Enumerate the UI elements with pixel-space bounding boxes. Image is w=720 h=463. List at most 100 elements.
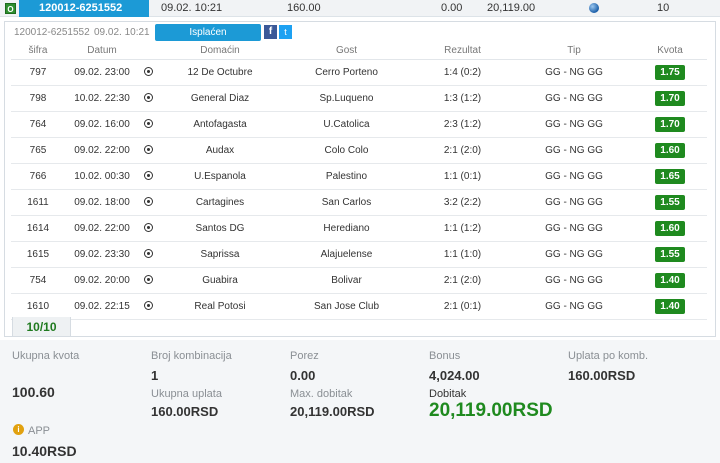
col-away: Gost [283, 42, 410, 60]
match-odds: 1.55 [655, 246, 685, 262]
match-date: 09.02. 18:00 [65, 189, 139, 216]
match-code: 766 [11, 163, 65, 190]
odds-cell: 1.60 [633, 215, 707, 242]
match-date: 10.02. 22:30 [65, 85, 139, 112]
match-tip: GG - NG GG [515, 163, 633, 190]
soccer-ball-icon [143, 171, 153, 181]
match-tip: GG - NG GG [515, 215, 633, 242]
sport-cell [139, 85, 157, 112]
soccer-ball-icon [143, 67, 153, 77]
match-odds: 1.40 [655, 298, 685, 314]
match-odds: 1.40 [655, 272, 685, 288]
per-comb-label: Uplata po komb. [568, 350, 649, 362]
win-value: 20,119.00RSD [429, 400, 553, 421]
match-home: Saprissa [157, 241, 283, 268]
app-value: 10.40RSD [12, 443, 77, 459]
match-result: 1:3 (1:2) [410, 85, 515, 112]
soccer-ball-icon [143, 301, 153, 311]
ticket-tax: 0.00 [441, 2, 463, 14]
match-odds: 1.60 [655, 220, 685, 236]
per-comb-value: 160.00RSD [568, 368, 636, 383]
table-row[interactable]: 798 10.02. 22:30 General Diaz Sp.Luqueno 1:3… [11, 85, 707, 112]
match-tip: GG - NG GG [515, 267, 633, 294]
match-odds: 1.65 [655, 168, 685, 184]
match-result: 2:1 (2:0) [410, 267, 515, 294]
soccer-ball-icon [143, 93, 153, 103]
match-code: 1610 [11, 293, 65, 320]
soccer-ball-icon [143, 119, 153, 129]
max-win-label: Max. dobitak [290, 388, 353, 400]
table-row[interactable]: 1615 09.02. 23:30 Saprissa Alajuelense 1:1 (… [11, 241, 707, 268]
match-date: 10.02. 00:30 [65, 163, 139, 190]
match-odds: 1.60 [655, 142, 685, 158]
match-tip: GG - NG GG [515, 85, 633, 112]
table-row[interactable]: 1610 09.02. 22:15 Real Potosi San Jose Club… [11, 293, 707, 320]
ticket-stake: 160.00 [287, 2, 321, 14]
sport-cell [139, 293, 157, 320]
match-away: Palestino [283, 163, 410, 190]
total-odds-label: Ukupna kvota [12, 350, 80, 362]
tax-label: Porez [290, 350, 319, 362]
odds-cell: 1.75 [633, 59, 707, 86]
soccer-ball-icon [143, 197, 153, 207]
ticket-summary: Ukupna kvota 100.60 i APP 10.40RSD Broj … [0, 340, 720, 463]
match-odds: 1.70 [655, 116, 685, 132]
ticket-id[interactable]: 120012-6251552 [19, 0, 149, 17]
info-icon[interactable]: i [13, 424, 24, 435]
combinations-value: 1 [151, 368, 159, 383]
match-code: 797 [11, 59, 65, 86]
match-date: 09.02. 22:15 [65, 293, 139, 320]
match-away: Sp.Luqueno [283, 85, 410, 112]
odds-cell: 1.40 [633, 293, 707, 320]
status-paid-button[interactable]: Isplaćen [155, 24, 261, 41]
sport-cell [139, 241, 157, 268]
soccer-ball-icon [143, 249, 153, 259]
match-result: 1:1 (1:0) [410, 241, 515, 268]
sport-cell [139, 59, 157, 86]
table-row[interactable]: 764 09.02. 16:00 Antofagasta U.Catolica 2:3 … [11, 111, 707, 138]
match-date: 09.02. 16:00 [65, 111, 139, 138]
table-header-row: šifra Datum Domaćin Gost Rezultat Tip Kv… [11, 42, 707, 60]
match-result: 1:1 (1:2) [410, 215, 515, 242]
matches-count-tab[interactable]: 10/10 [12, 317, 71, 337]
table-row[interactable]: 754 09.02. 20:00 Guabira Bolivar 2:1 (2:0) GG… [11, 267, 707, 294]
col-sport [139, 42, 157, 60]
total-stake-label: Ukupna uplata [151, 388, 222, 400]
match-date: 09.02. 23:30 [65, 241, 139, 268]
table-row[interactable]: 766 10.02. 00:30 U.Espanola Palestino 1:1 (0… [11, 163, 707, 190]
match-odds: 1.75 [655, 64, 685, 80]
bonus-value: 4,024.00 [429, 368, 480, 383]
soccer-ball-icon [143, 145, 153, 155]
match-date: 09.02. 22:00 [65, 215, 139, 242]
ticket-type-badge: O [5, 3, 16, 14]
match-home: 12 De Octubre [157, 59, 283, 86]
facebook-share-icon[interactable]: f [264, 25, 277, 39]
match-odds: 1.55 [655, 194, 685, 210]
ticket-row[interactable]: O 120012-6251552 09.02. 10:21 160.00 0.0… [0, 0, 720, 17]
ticket-detail-header: 120012-6251552 09.02. 10:21 Isplaćen f t [5, 22, 715, 42]
match-date: 09.02. 23:00 [65, 59, 139, 86]
match-away: Bolivar [283, 267, 410, 294]
odds-cell: 1.40 [633, 267, 707, 294]
table-row[interactable]: 797 09.02. 23:00 12 De Octubre Cerro Porten… [11, 59, 707, 86]
match-away: San Jose Club [283, 293, 410, 320]
sport-cell [139, 189, 157, 216]
match-tip: GG - NG GG [515, 111, 633, 138]
table-row[interactable]: 765 09.02. 22:00 Audax Colo Colo 2:1 (2:0) GG… [11, 137, 707, 164]
match-code: 1611 [11, 189, 65, 216]
ticket-date: 09.02. 10:21 [161, 2, 223, 14]
tax-value: 0.00 [290, 368, 316, 383]
sport-cell [139, 111, 157, 138]
table-row[interactable]: 1611 09.02. 18:00 Cartagines San Carlos 3:2 … [11, 189, 707, 216]
odds-cell: 1.55 [633, 189, 707, 216]
match-result: 2:1 (0:1) [410, 293, 515, 320]
max-win-value: 20,119.00RSD [290, 404, 375, 419]
match-away: Herediano [283, 215, 410, 242]
twitter-share-icon[interactable]: t [279, 25, 292, 39]
match-home: U.Espanola [157, 163, 283, 190]
match-date: 09.02. 22:00 [65, 137, 139, 164]
match-away: Alajuelense [283, 241, 410, 268]
table-row[interactable]: 1614 09.02. 22:00 Santos DG Herediano 1:1 (1… [11, 215, 707, 242]
status-globe-icon [589, 3, 599, 13]
match-away: U.Catolica [283, 111, 410, 138]
